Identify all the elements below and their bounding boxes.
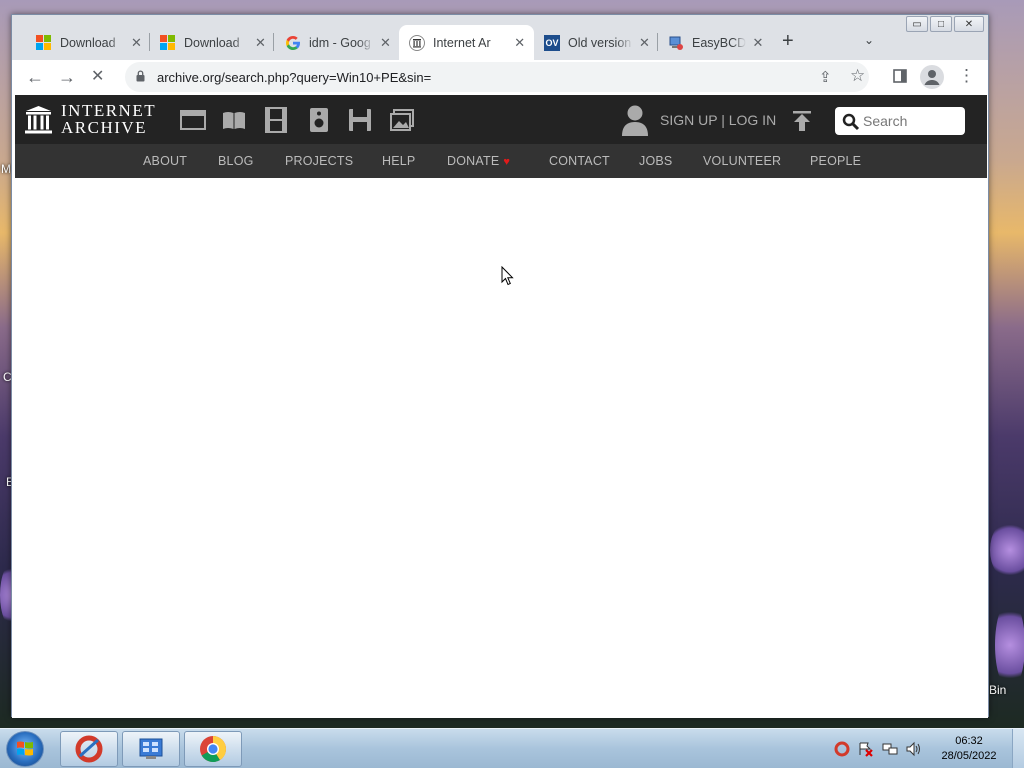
ia-logo-text[interactable]: INTERNET ARCHIVE: [61, 102, 156, 136]
page-content-area: [12, 178, 988, 718]
window-controls: ▭ □ ✕: [906, 16, 984, 32]
windows-taskbar: 06:32 28/05/2022: [0, 728, 1024, 768]
back-button[interactable]: ←: [26, 67, 44, 87]
bookmark-star-icon[interactable]: ☆: [850, 66, 865, 86]
new-tab-button[interactable]: +: [782, 31, 794, 51]
images-icon[interactable]: [389, 107, 415, 133]
tray-action-center-icon[interactable]: [858, 741, 874, 757]
taskbar-ccleaner[interactable]: [60, 731, 118, 767]
nav-about[interactable]: ABOUT: [143, 154, 187, 168]
tray-network-icon[interactable]: [882, 741, 898, 757]
lock-icon: [136, 70, 145, 82]
system-clock[interactable]: 06:32 28/05/2022: [936, 734, 1002, 764]
web-archive-icon[interactable]: [180, 107, 206, 133]
mouse-cursor-icon: [501, 266, 514, 286]
taskbar-chrome[interactable]: [184, 731, 242, 767]
browser-toolbar: ← → ✕ archive.org/search.php?query=Win10…: [12, 60, 988, 94]
tab-separator: [273, 33, 274, 51]
tab-title: Download: [60, 35, 116, 50]
side-panel-icon[interactable]: [893, 69, 907, 83]
audio-speaker-icon[interactable]: [306, 107, 332, 133]
show-desktop-button[interactable]: [1012, 729, 1024, 768]
minimize-button[interactable]: ▭: [906, 16, 928, 32]
easybcd-icon: [669, 36, 683, 50]
microsoft-icon: [36, 34, 52, 51]
forward-button[interactable]: →: [58, 67, 76, 87]
tray-volume-icon[interactable]: [906, 741, 922, 757]
url-text[interactable]: archive.org/search.php?query=Win10+PE&si…: [157, 70, 431, 85]
microsoft-icon: [160, 34, 176, 51]
close-window-button[interactable]: ✕: [954, 16, 984, 32]
tab-internet-archive[interactable]: Internet Ar ✕: [399, 25, 534, 60]
tab-close-icon[interactable]: ✕: [752, 35, 764, 51]
chrome-menu-icon[interactable]: ⋮: [958, 66, 975, 86]
user-icon[interactable]: [621, 104, 649, 136]
nav-projects[interactable]: PROJECTS: [285, 154, 353, 168]
ia-logo-icon[interactable]: [25, 105, 52, 135]
ccleaner-icon: [75, 735, 103, 763]
stop-loading-button[interactable]: ✕: [91, 67, 104, 87]
ia-top-nav: INTERNET ARCHIVE SIGN UP | LOG IN Search: [15, 95, 987, 144]
tab-title: idm - Goog: [309, 35, 371, 50]
sign-up-login-link[interactable]: SIGN UP | LOG IN: [660, 112, 776, 128]
clock-time: 06:32: [955, 735, 983, 747]
chrome-window: ▭ □ ✕ Download ✕ Download ✕ idm - Goog ✕…: [11, 14, 989, 718]
heart-icon: ♥: [503, 156, 511, 168]
tab-google-search[interactable]: idm - Goog ✕: [275, 25, 399, 60]
ia-search-box: [835, 107, 965, 135]
profile-avatar-icon[interactable]: [920, 65, 944, 89]
logo-line-2: ARCHIVE: [61, 118, 148, 137]
ia-secondary-nav: ABOUT BLOG PROJECTS HELP DONATE ♥ CONTACT…: [15, 144, 987, 178]
logo-line-1: INTERNET: [61, 101, 157, 120]
search-icon[interactable]: [842, 113, 860, 131]
maximize-button[interactable]: □: [930, 16, 952, 32]
tab-close-icon[interactable]: ✕: [131, 35, 142, 51]
software-floppy-icon[interactable]: [347, 107, 373, 133]
start-button[interactable]: [6, 731, 44, 767]
tab-close-icon[interactable]: ✕: [380, 35, 391, 51]
tray-ccleaner-icon[interactable]: [834, 741, 850, 757]
control-panel-icon: [139, 738, 163, 759]
desktop-icon-label[interactable]: M: [1, 162, 11, 176]
share-icon[interactable]: ⇪: [819, 68, 832, 86]
nav-donate[interactable]: DONATE ♥: [447, 154, 510, 168]
nav-volunteer[interactable]: VOLUNTEER: [703, 154, 781, 168]
tab-title: Old version: [568, 35, 632, 50]
recycle-bin-label[interactable]: Bin: [989, 683, 1006, 697]
nav-donate-label: DONATE: [447, 154, 500, 168]
tab-easybcd[interactable]: EasyBCD - ✕: [658, 25, 772, 60]
tab-title: Download: [184, 35, 240, 50]
taskbar-control-panel[interactable]: [122, 731, 180, 767]
tab-download-1[interactable]: Download ✕: [26, 25, 150, 60]
nav-help[interactable]: HELP: [382, 154, 415, 168]
internet-archive-icon: [409, 34, 425, 51]
tab-old-version[interactable]: OV Old version ✕: [534, 25, 658, 60]
tab-title: Internet Ar: [433, 35, 491, 50]
tab-close-icon[interactable]: ✕: [255, 35, 266, 51]
tab-close-icon[interactable]: ✕: [513, 35, 526, 51]
oldversion-icon: OV: [544, 34, 560, 51]
tab-title: EasyBCD -: [692, 35, 746, 50]
google-icon: [286, 35, 300, 50]
nav-people[interactable]: PEOPLE: [810, 154, 861, 168]
search-input[interactable]: [863, 111, 959, 131]
address-bar[interactable]: archive.org/search.php?query=Win10+PE&si…: [125, 62, 869, 92]
nav-contact[interactable]: CONTACT: [549, 154, 610, 168]
tab-close-icon[interactable]: ✕: [639, 35, 650, 51]
video-film-icon[interactable]: [263, 107, 289, 133]
windows-logo-icon: [17, 741, 33, 756]
tab-strip: ▭ □ ✕ Download ✕ Download ✕ idm - Goog ✕…: [12, 15, 988, 60]
nav-jobs[interactable]: JOBS: [639, 154, 672, 168]
tab-download-2[interactable]: Download ✕: [150, 25, 274, 60]
upload-icon[interactable]: [792, 110, 812, 132]
clock-date: 28/05/2022: [941, 750, 997, 762]
tab-search-button[interactable]: ⌄: [864, 33, 874, 47]
chrome-icon: [200, 736, 227, 763]
texts-book-icon[interactable]: [221, 107, 247, 133]
nav-blog[interactable]: BLOG: [218, 154, 254, 168]
